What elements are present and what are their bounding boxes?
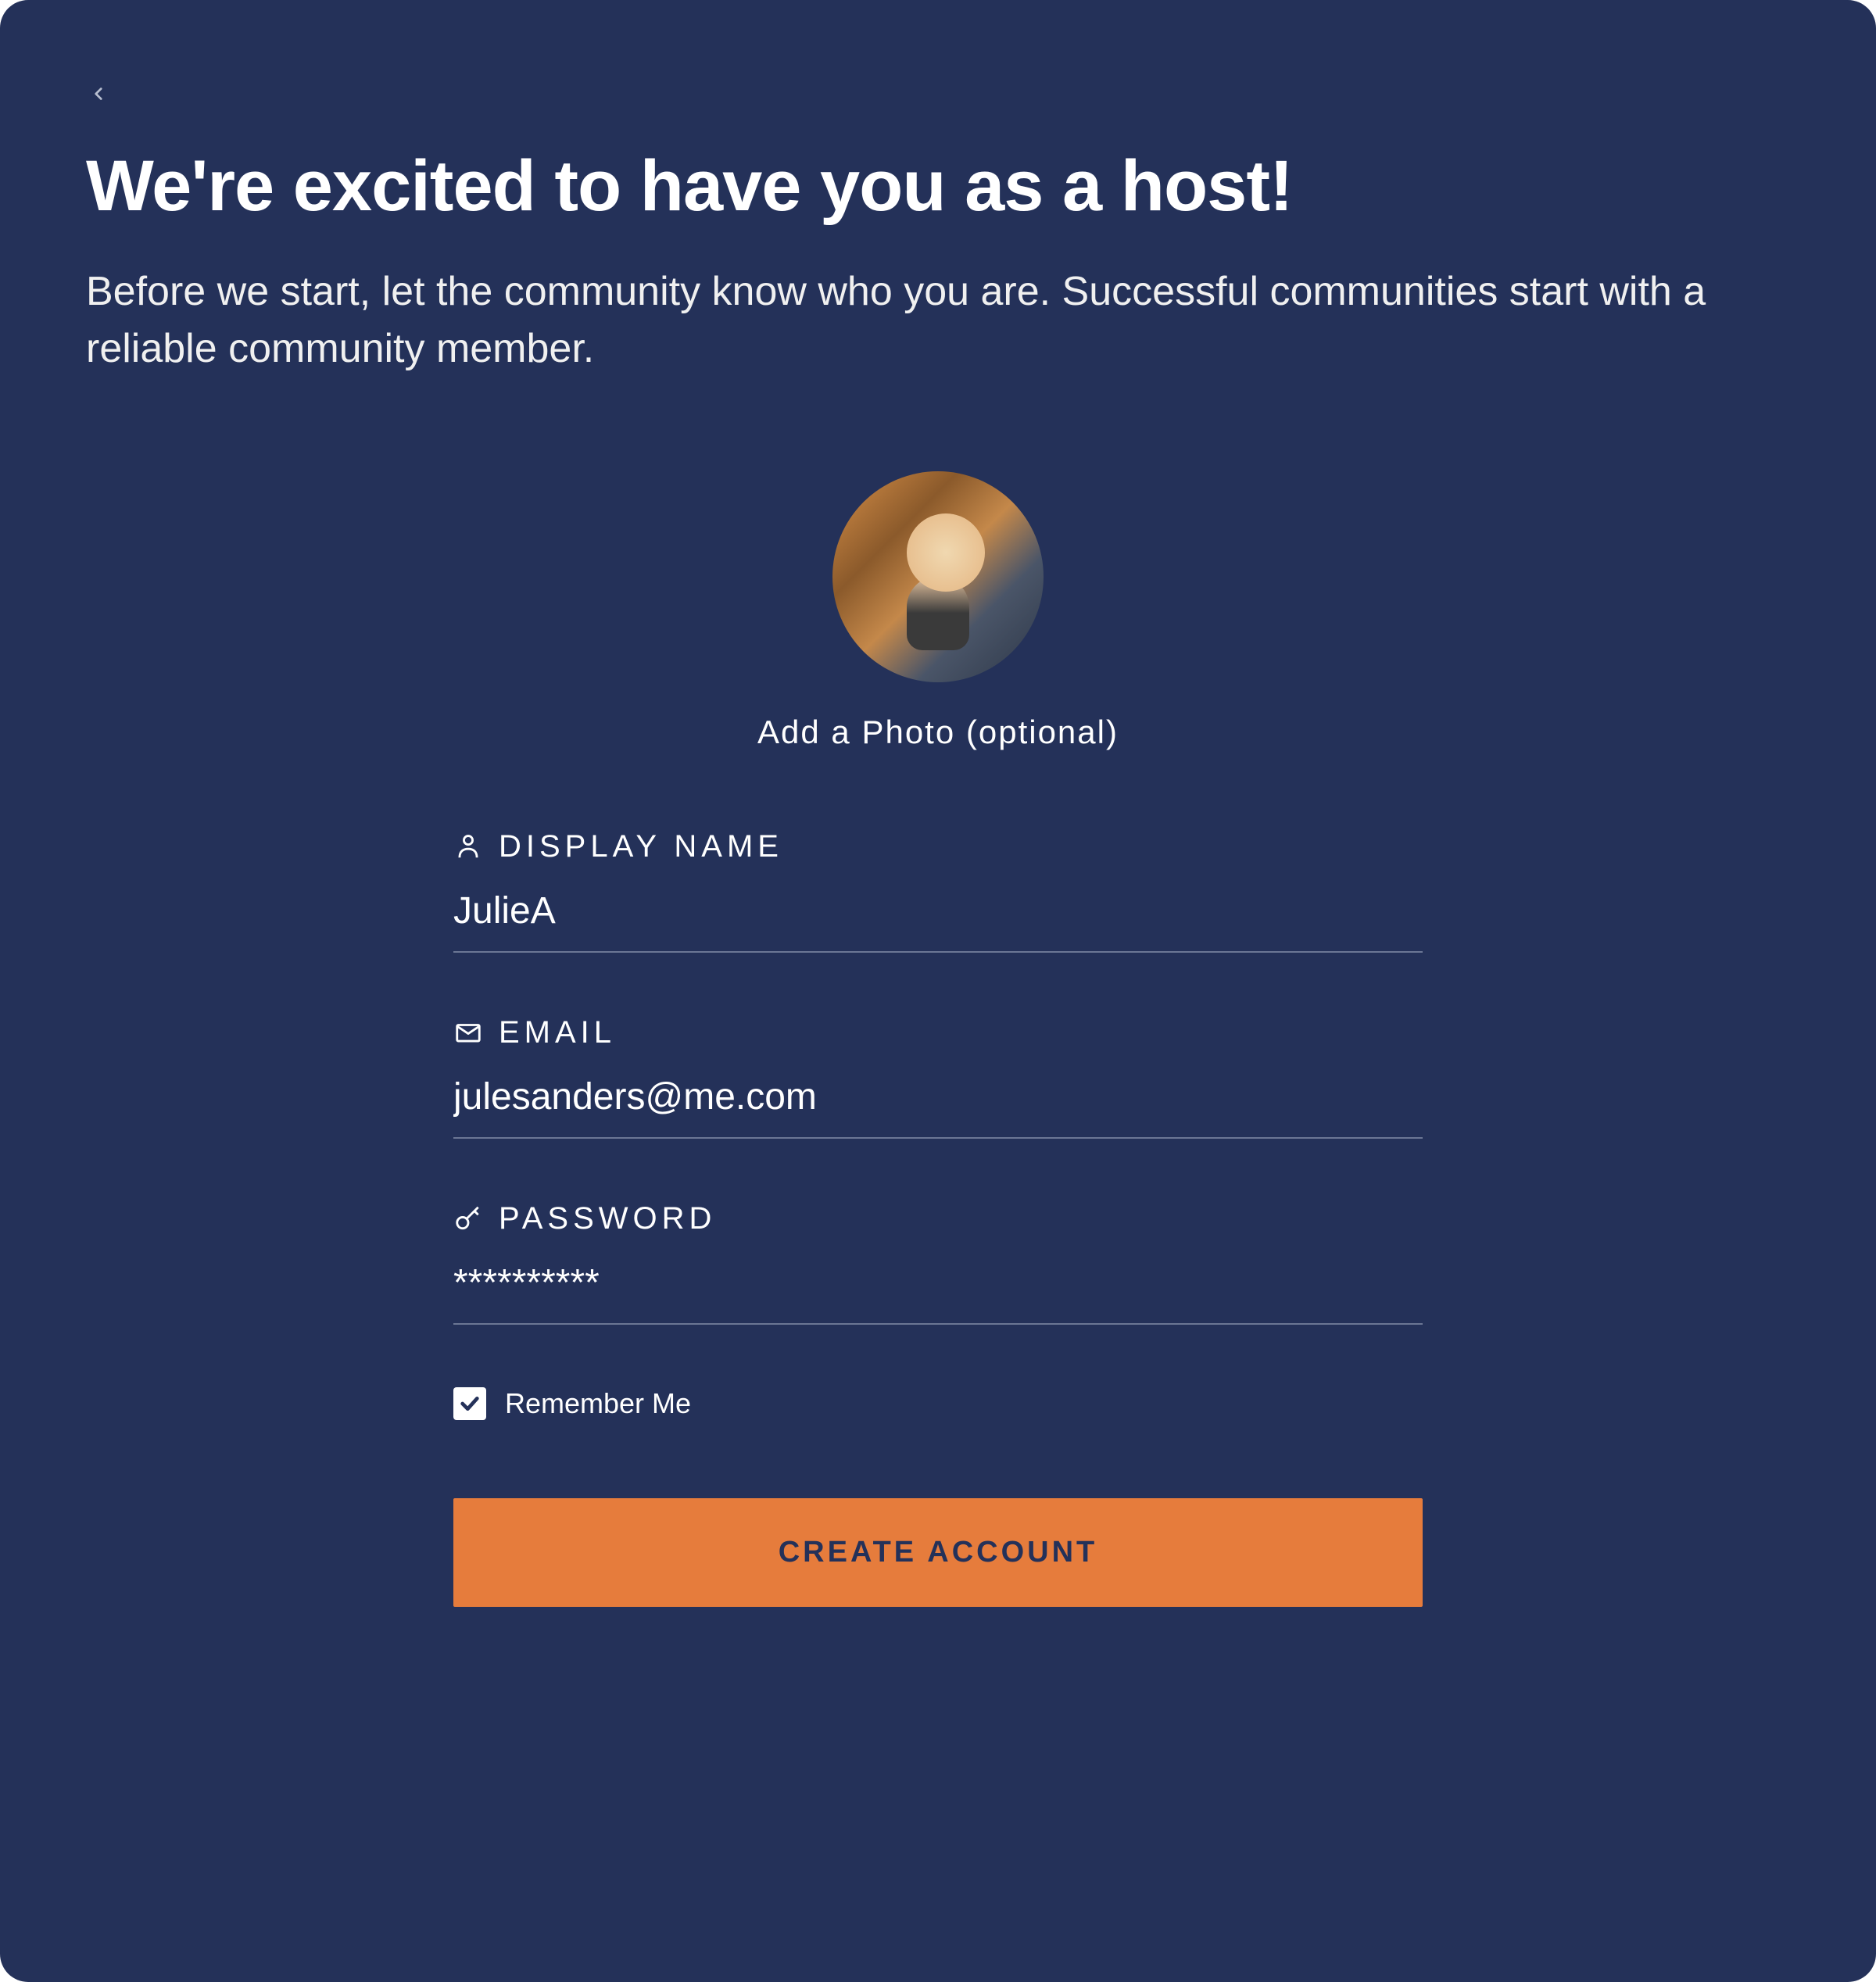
display-name-input[interactable] bbox=[453, 883, 1423, 953]
page-subtitle: Before we start, let the community know … bbox=[86, 263, 1790, 377]
remember-me-row[interactable]: Remember Me bbox=[453, 1387, 1423, 1420]
display-name-label: DISPLAY NAME bbox=[453, 829, 1423, 864]
envelope-icon bbox=[453, 1018, 483, 1047]
photo-upload-section: Add a Photo (optional) bbox=[453, 471, 1423, 751]
page-title: We're excited to have you as a host! bbox=[86, 147, 1790, 226]
chevron-left-icon bbox=[88, 84, 109, 104]
password-field-group: PASSWORD bbox=[453, 1201, 1423, 1325]
signup-card: We're excited to have you as a host! Bef… bbox=[0, 0, 1876, 1982]
password-label-text: PASSWORD bbox=[499, 1201, 716, 1236]
email-field-group: EMAIL bbox=[453, 1015, 1423, 1139]
display-name-label-text: DISPLAY NAME bbox=[499, 829, 783, 864]
remember-me-checkbox[interactable] bbox=[453, 1387, 486, 1420]
user-icon bbox=[453, 832, 483, 861]
create-account-button[interactable]: CREATE ACCOUNT bbox=[453, 1498, 1423, 1607]
photo-upload-label: Add a Photo (optional) bbox=[757, 714, 1119, 751]
remember-me-label: Remember Me bbox=[505, 1387, 691, 1420]
display-name-field-group: DISPLAY NAME bbox=[453, 829, 1423, 953]
password-label: PASSWORD bbox=[453, 1201, 1423, 1236]
email-input[interactable] bbox=[453, 1069, 1423, 1139]
email-label: EMAIL bbox=[453, 1015, 1423, 1050]
password-input[interactable] bbox=[453, 1255, 1423, 1325]
email-label-text: EMAIL bbox=[499, 1015, 616, 1050]
back-button[interactable] bbox=[83, 78, 114, 109]
signup-form: Add a Photo (optional) DISPLAY NAME EMAI… bbox=[453, 471, 1423, 1607]
checkmark-icon bbox=[457, 1391, 482, 1416]
avatar[interactable] bbox=[832, 471, 1044, 682]
key-icon bbox=[453, 1204, 483, 1233]
